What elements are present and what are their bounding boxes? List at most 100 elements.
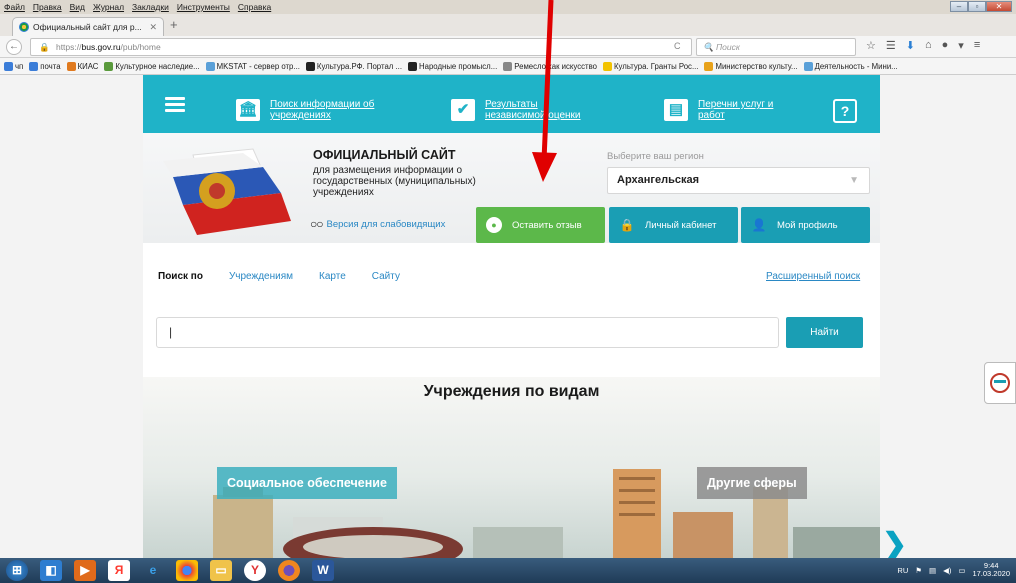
bookmark-label: Министерство культу... [715,61,798,71]
yandex-icon[interactable]: Я [108,560,130,581]
reading-list-icon[interactable]: ☰ [886,39,896,52]
menu-edit[interactable]: Правка [33,2,62,12]
hamburger-menu-icon[interactable]: ≡ [974,39,980,52]
yandex-browser-icon[interactable]: Y [244,560,266,581]
system-tray: RU ⚑ ▤ ◀) ▭ 9:44 17.03.2020 [897,562,1010,578]
briefcase-icon: ▤ [664,99,688,121]
carousel-next-icon[interactable]: ❯ [882,527,907,558]
leave-review-button[interactable]: ● Оставить отзыв [476,207,605,243]
browser-tab-active[interactable]: Официальный сайт для р... ✕ [12,17,164,36]
menu-file[interactable]: Файл [4,2,25,12]
help-question-icon[interactable]: ? [833,99,857,123]
site-container: 🏛 Поиск информации об учреждениях ✔ Резу… [143,75,880,558]
volume-tray-icon[interactable]: ◀) [943,566,951,575]
section-title: Учреждения по видам [423,383,600,400]
chrome-icon[interactable] [176,560,198,581]
maximize-button[interactable]: ▫ [968,1,986,12]
explorer-icon[interactable]: ◧ [40,560,62,581]
bookmark-label: КИАС [77,61,99,71]
glasses-icon: ○○ [310,217,323,231]
back-arrow-icon[interactable]: ← [6,39,22,55]
media-icon[interactable]: ▶ [74,560,96,581]
firefox-icon[interactable] [278,560,300,581]
bookmark-item[interactable]: КИАС [66,61,99,71]
bookmark-item[interactable]: Министерство культу... [704,61,798,71]
pocket-icon[interactable]: ▾ [958,39,964,52]
bookmark-item[interactable]: почта [29,61,61,71]
nav-institutions[interactable]: 🏛 Поиск информации об учреждениях [236,99,380,121]
nav-results[interactable]: ✔ Результаты независимой оценки [451,99,595,121]
nav-institutions-label: Поиск информации об учреждениях [270,99,375,121]
url-bar[interactable]: 🔒 https://bus.gov.ru/pub/home [30,38,692,56]
bookmark-item[interactable]: Культура.РФ. Портал ... [305,61,402,71]
folder-icon[interactable]: ▭ [210,560,232,581]
ie-icon[interactable]: e [142,560,164,581]
windows-taskbar: ⊞ ◧ ▶ Я e ▭ Y W RU ⚑ ▤ ◀) ▭ 9:44 17.03.2… [0,558,1016,583]
tab-institutions[interactable]: Учреждениям [229,271,293,282]
bookmark-item[interactable]: чп [4,61,24,71]
language-indicator[interactable]: RU [897,566,908,575]
chevron-down-icon: ▼ [849,175,859,186]
bookmark-item[interactable]: Народные промысл... [408,61,497,71]
url-domain: bus.gov.ru [81,42,121,52]
star-icon[interactable]: ☆ [866,39,876,52]
search-tabs: Поиск по Учреждениям Карте Сайту [158,271,870,282]
bookmark-favicon-icon [205,61,215,71]
side-widget-tab[interactable] [984,362,1016,404]
tab-site[interactable]: Сайту [372,271,400,282]
my-profile-label: Мой профиль [777,219,838,231]
bookmark-item[interactable]: Деятельность - Мини... [803,61,898,71]
reload-icon[interactable]: C [674,41,681,51]
hamburger-icon[interactable] [165,97,185,115]
carousel-prev-icon[interactable]: ❮ [143,527,144,558]
flag-tray-icon[interactable]: ⚑ [915,566,922,575]
tab-map[interactable]: Карте [319,271,346,282]
bookmark-label: чп [15,61,24,71]
menu-tools[interactable]: Инструменты [177,2,230,12]
new-tab-icon[interactable]: + [170,17,178,32]
bookmark-favicon-icon [66,61,76,71]
menu-help[interactable]: Справка [238,2,271,12]
category-social-security[interactable]: Социальное обеспечение [217,467,397,499]
nav-lists[interactable]: ▤ Перечни услуг и работ [664,99,778,121]
lock-icon: 🔒 [39,42,50,52]
bookmark-label: MKSTAT - сервер отр... [216,61,300,71]
bookmark-item[interactable]: MKSTAT - сервер отр... [205,61,300,71]
bookmark-favicon-icon [104,61,114,71]
institutions-by-type-section: Учреждения по видам Социальное обеспечен… [143,377,880,558]
home-icon[interactable]: ⌂ [925,39,932,52]
my-profile-button[interactable]: 👤 Мой профиль [741,207,870,243]
chat-icon[interactable]: ● [942,39,949,52]
menu-view[interactable]: Вид [70,2,85,12]
low-vision-link[interactable]: ○○ Версия для слабовидящих [310,217,445,231]
download-icon[interactable]: ⬇ [906,39,915,52]
display-tray-icon[interactable]: ▭ [958,566,965,575]
region-label: Выберите ваш регион [607,151,704,162]
padlock-icon: 🔒 [619,218,635,232]
site-search-input[interactable]: | [156,317,779,348]
user-icon: 👤 [751,218,767,232]
menu-bookmarks[interactable]: Закладки [132,2,169,12]
bookmark-item[interactable]: Ремесло как искусство [503,61,597,71]
network-tray-icon[interactable]: ▤ [929,566,936,575]
start-button-icon[interactable]: ⊞ [6,560,28,581]
nav-lists-label: Перечни услуг и работ [698,99,774,121]
menu-history[interactable]: Журнал [93,2,124,12]
close-tab-icon[interactable]: ✕ [149,22,157,33]
clock[interactable]: 9:44 17.03.2020 [972,562,1010,578]
bookmark-item[interactable]: Культурное наследие... [104,61,200,71]
bookmark-item[interactable]: Культура. Гранты Рос... [603,61,698,71]
advanced-search-link[interactable]: Расширенный поиск [766,271,860,282]
word-icon[interactable]: W [312,560,334,581]
region-select[interactable]: Архангельская ▼ [607,167,870,194]
search-button[interactable]: Найти [786,317,863,348]
menu-items: Файл Правка Вид Журнал Закладки Инструме… [4,2,271,12]
personal-cabinet-button[interactable]: 🔒 Личный кабинет [609,207,738,243]
browser-search-input[interactable]: 🔍 Поиск [696,38,856,56]
minimize-button[interactable]: – [950,1,968,12]
close-window-button[interactable]: ✕ [986,1,1012,12]
category-other-spheres[interactable]: Другие сферы [697,467,807,499]
bookmark-label: Культурное наследие... [115,61,200,71]
toolbar-icons: ☆ ☰ ⬇ ⌂ ● ▾ ≡ [866,39,980,52]
bookmark-favicon-icon [603,61,612,71]
